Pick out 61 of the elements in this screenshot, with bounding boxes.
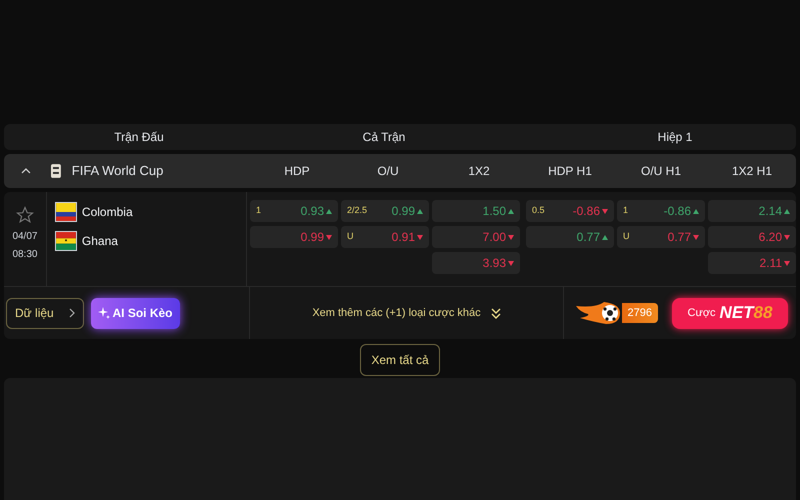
match-time: 08:30 [12, 248, 38, 262]
market-header: O/U [376, 163, 400, 180]
odds-cell[interactable]: U 0.77 [617, 226, 705, 248]
odds-value: -0.86 [572, 203, 600, 220]
chevron-up-icon[interactable] [21, 168, 31, 174]
handicap-label: U [347, 230, 354, 244]
odds-value: 0.91 [392, 229, 415, 246]
odds-cell[interactable]: 6.20 [708, 226, 796, 248]
handicap-label: U [623, 230, 630, 244]
chevron-right-icon [69, 308, 75, 318]
market-header: HDP [283, 163, 311, 180]
handicap-label: 0.5 [532, 204, 545, 218]
odds-cell[interactable]: 2.11 [708, 252, 796, 274]
market-header: HDP H1 [547, 163, 593, 180]
handicap-label: 2/2.5 [347, 204, 368, 218]
odds-cell[interactable]: 1.50 [432, 200, 520, 222]
odds-cell[interactable]: 0.5 -0.86 [526, 200, 614, 222]
odds-value: 0.77 [576, 229, 600, 246]
odds-value: -0.86 [664, 203, 691, 220]
odds-cell[interactable]: 0.99 [250, 226, 338, 248]
market-header: 1X2 [467, 163, 491, 180]
odds-cell[interactable]: 7.00 [432, 226, 520, 248]
market-header: O/U H1 [640, 163, 682, 180]
data-button[interactable]: Dữ liệu [6, 298, 84, 328]
star-icon[interactable] [16, 206, 34, 224]
column-header: Cả Trận [362, 129, 406, 146]
view-all-button[interactable]: Xem tất cả [360, 344, 440, 376]
odds-value: 2.11 [760, 255, 782, 272]
odds-value: 0.93 [300, 203, 324, 220]
team-name: Colombia [82, 204, 133, 221]
odds-value: 0.99 [392, 203, 415, 220]
odds-cell[interactable]: 1 0.93 [250, 200, 338, 222]
odds-cell[interactable]: 3.93 [432, 252, 520, 274]
handicap-label: 1 [623, 204, 628, 218]
bet-button[interactable]: Cược NET88 [672, 298, 788, 328]
sparkle-icon [98, 307, 110, 319]
team-name: Ghana [82, 233, 118, 250]
odds-value: 1.50 [482, 203, 506, 220]
odds-value: 7.00 [482, 229, 506, 246]
odds-cell[interactable]: U 0.91 [341, 226, 429, 248]
odds-cell[interactable]: 2.14 [708, 200, 796, 222]
odds-cell[interactable]: 0.77 [526, 226, 614, 248]
odds-cell[interactable]: 1 -0.86 [617, 200, 705, 222]
market-header: 1X2 H1 [730, 163, 774, 180]
flag-icon [54, 202, 77, 222]
flag-icon [54, 231, 77, 251]
odds-value: 6.20 [758, 229, 782, 246]
odds-value: 2.14 [758, 203, 782, 220]
double-chevron-down-icon[interactable] [490, 308, 501, 318]
column-header: Hiệp 1 [656, 129, 694, 146]
odds-cell[interactable]: 2/2.5 0.99 [341, 200, 429, 222]
ai-button[interactable]: AI Soi Kèo [91, 298, 180, 328]
odds-value: 0.99 [300, 229, 324, 246]
column-header: Trận Đấu [113, 129, 165, 146]
match-date: 04/07 [12, 230, 38, 244]
odds-value: 3.93 [482, 255, 506, 272]
more-bets-link[interactable]: Xem thêm các (+1) loại cược khác [312, 304, 481, 322]
handicap-label: 1 [256, 204, 262, 218]
hot-count: 2796 [622, 303, 658, 323]
odds-value: 0.77 [668, 229, 691, 246]
league-name: FIFA World Cup [72, 162, 164, 180]
